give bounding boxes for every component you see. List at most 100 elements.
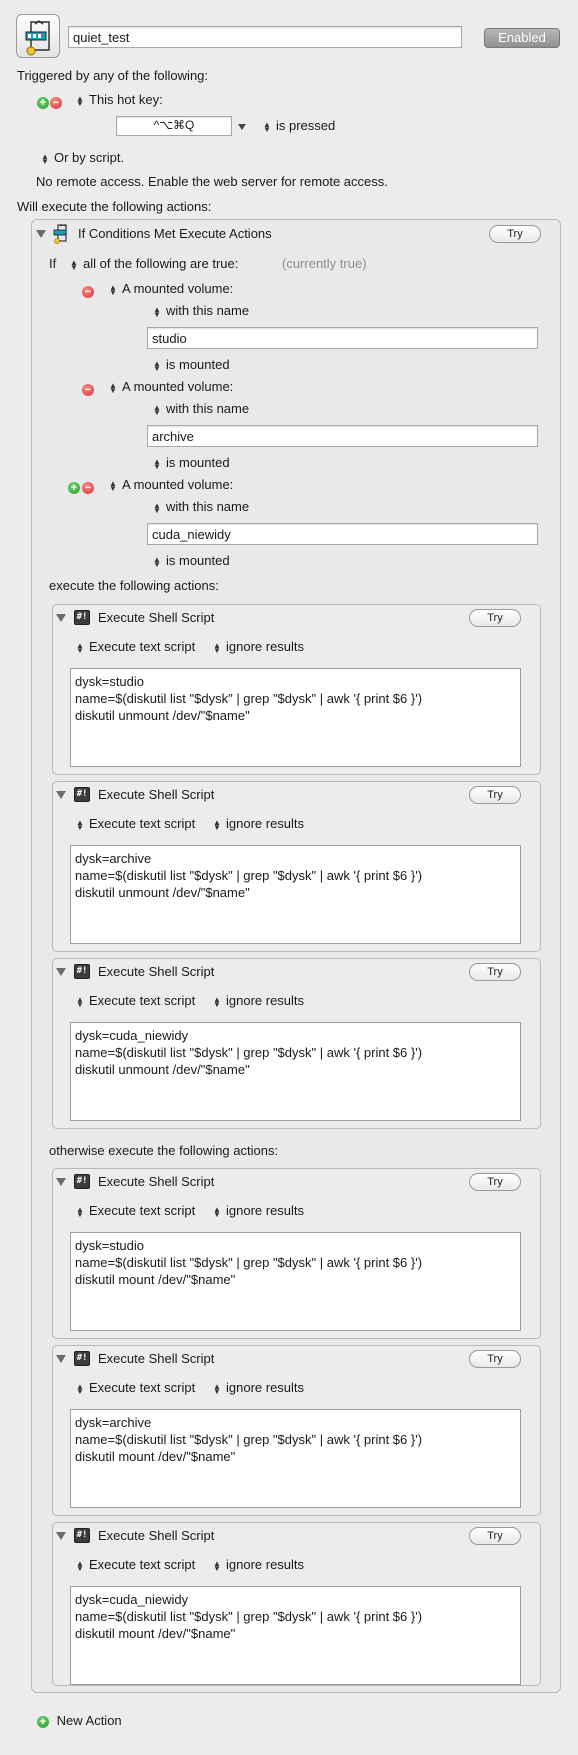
volume-name-popup[interactable]: ▲ ▼ with this name (153, 401, 249, 416)
disclosure-triangle-icon[interactable] (56, 1178, 66, 1186)
shell-try-button[interactable]: Try (469, 1173, 521, 1191)
script-mode-label: Execute text script (89, 1557, 196, 1572)
script-result-popup[interactable]: ▲ ▼ ignore results (213, 1203, 304, 1218)
script-result-popup[interactable]: ▲ ▼ ignore results (213, 1557, 304, 1572)
remove-condition-icon[interactable]: − (82, 381, 94, 396)
script-text-area[interactable]: dysk=archive name=$(diskutil list "$dysk… (70, 1409, 521, 1508)
script-trigger-popup[interactable]: ▲ ▼ Or by script. (41, 150, 124, 165)
new-action-button[interactable]: + New Action (37, 1713, 122, 1728)
macro-icon[interactable] (16, 14, 60, 58)
condition-type-popup[interactable]: ▲ ▼ A mounted volume: (109, 379, 233, 394)
script-mode-popup[interactable]: ▲ ▼ Execute text script (76, 816, 195, 831)
macro-name-value: quiet_test (73, 30, 130, 45)
script-text-area[interactable]: dysk=studio name=$(diskutil list "$dysk"… (70, 668, 521, 767)
disclosure-triangle-icon[interactable] (36, 230, 46, 238)
try-label: Try (487, 1176, 503, 1188)
hotkey-trigger-label: This hot key: (89, 92, 163, 107)
disclosure-triangle-icon[interactable] (56, 968, 66, 976)
script-text-area[interactable]: dysk=cuda_niewidy name=$(diskutil list "… (70, 1586, 521, 1685)
shell-try-button[interactable]: Try (469, 1527, 521, 1545)
actions-heading: Will execute the following actions: (17, 199, 212, 214)
volume-state-popup[interactable]: ▲ ▼ is mounted (153, 455, 230, 470)
if-action-title: If Conditions Met Execute Actions (78, 226, 272, 241)
script-result-label: ignore results (226, 1557, 305, 1572)
add-icon: + (37, 1715, 49, 1728)
volume-name-popup[interactable]: ▲ ▼ with this name (153, 499, 249, 514)
volume-name-field[interactable]: studio (147, 327, 538, 349)
updown-arrows-icon: ▲ ▼ (109, 282, 117, 297)
remove-trigger-icon[interactable]: − (50, 94, 62, 109)
shell-try-button[interactable]: Try (469, 1350, 521, 1368)
script-mode-popup[interactable]: ▲ ▼ Execute text script (76, 1203, 195, 1218)
updown-arrows-icon: ▲ ▼ (70, 257, 78, 272)
volume-name-label: with this name (166, 401, 250, 416)
shell-script-icon: #! (74, 964, 90, 979)
add-trigger-icon[interactable]: + (37, 94, 49, 109)
condition-type-popup[interactable]: ▲ ▼ A mounted volume: (109, 477, 233, 492)
remove-condition-icon[interactable]: − (82, 283, 94, 298)
condition-match-popup[interactable]: ▲ ▼ all of the following are true: (70, 256, 238, 271)
shell-try-button[interactable]: Try (469, 963, 521, 981)
volume-name-field[interactable]: cuda_niewidy (147, 523, 538, 545)
script-result-label: ignore results (226, 1380, 305, 1395)
script-result-popup[interactable]: ▲ ▼ ignore results (213, 639, 304, 654)
shell-script-icon: #! (74, 1351, 90, 1366)
remove-condition-icon[interactable]: − (82, 479, 94, 494)
script-mode-popup[interactable]: ▲ ▼ Execute text script (76, 1557, 195, 1572)
try-label: Try (487, 789, 503, 801)
macro-name-field[interactable]: quiet_test (68, 26, 462, 48)
script-result-popup[interactable]: ▲ ▼ ignore results (213, 816, 304, 831)
script-mode-label: Execute text script (89, 1380, 196, 1395)
script-mode-popup[interactable]: ▲ ▼ Execute text script (76, 1380, 195, 1395)
script-mode-popup[interactable]: ▲ ▼ Execute text script (76, 639, 195, 654)
volume-name-label: with this name (166, 499, 250, 514)
script-result-label: ignore results (226, 816, 305, 831)
volume-name-value: cuda_niewidy (152, 527, 231, 542)
shell-action-title: Execute Shell Script (98, 787, 215, 802)
shell-script-icon: #! (74, 787, 90, 802)
script-mode-label: Execute text script (89, 993, 196, 1008)
updown-arrows-icon: ▲ ▼ (213, 1558, 221, 1573)
condition-type-label: A mounted volume: (122, 281, 234, 296)
shell-try-button[interactable]: Try (469, 609, 521, 627)
updown-arrows-icon: ▲ ▼ (76, 640, 84, 655)
disclosure-triangle-icon[interactable] (56, 614, 66, 622)
enabled-button[interactable]: Enabled (484, 28, 560, 48)
volume-state-label: is mounted (166, 357, 230, 372)
volume-state-popup[interactable]: ▲ ▼ is mounted (153, 553, 230, 568)
updown-arrows-icon: ▲ ▼ (76, 817, 84, 832)
if-try-button[interactable]: Try (489, 225, 541, 243)
hotkey-menu-icon[interactable] (238, 124, 246, 130)
volume-name-popup[interactable]: ▲ ▼ with this name (153, 303, 249, 318)
volume-state-popup[interactable]: ▲ ▼ is mounted (153, 357, 230, 372)
script-mode-label: Execute text script (89, 639, 196, 654)
disclosure-triangle-icon[interactable] (56, 1532, 66, 1540)
hotkey-condition-popup[interactable]: ▲ ▼ is pressed (263, 118, 335, 133)
updown-arrows-icon: ▲ ▼ (76, 994, 84, 1009)
updown-arrows-icon: ▲ ▼ (153, 304, 161, 319)
volume-name-value: studio (152, 331, 187, 346)
updown-arrows-icon: ▲ ▼ (153, 500, 161, 515)
shell-action-title: Execute Shell Script (98, 964, 215, 979)
condition-type-popup[interactable]: ▲ ▼ A mounted volume: (109, 281, 233, 296)
condition-status: (currently true) (282, 256, 367, 271)
script-result-popup[interactable]: ▲ ▼ ignore results (213, 993, 304, 1008)
try-label: Try (507, 228, 523, 240)
script-text-area[interactable]: dysk=archive name=$(diskutil list "$dysk… (70, 845, 521, 944)
script-trigger-label: Or by script. (54, 150, 125, 165)
hotkey-trigger-popup[interactable]: ▲ ▼ This hot key: (76, 92, 163, 107)
disclosure-triangle-icon[interactable] (56, 791, 66, 799)
add-condition-icon[interactable]: + (68, 479, 80, 494)
updown-arrows-icon: ▲ ▼ (213, 994, 221, 1009)
volume-name-field[interactable]: archive (147, 425, 538, 447)
script-mode-popup[interactable]: ▲ ▼ Execute text script (76, 993, 195, 1008)
disclosure-triangle-icon[interactable] (56, 1355, 66, 1363)
hotkey-field[interactable]: ^⌥⌘Q (116, 116, 232, 136)
script-mode-label: Execute text script (89, 816, 196, 831)
volume-state-label: is mounted (166, 455, 230, 470)
script-text-area[interactable]: dysk=cuda_niewidy name=$(diskutil list "… (70, 1022, 521, 1121)
script-text-area[interactable]: dysk=studio name=$(diskutil list "$dysk"… (70, 1232, 521, 1331)
shell-try-button[interactable]: Try (469, 786, 521, 804)
shell-script-icon: #! (74, 1174, 90, 1189)
script-result-popup[interactable]: ▲ ▼ ignore results (213, 1380, 304, 1395)
